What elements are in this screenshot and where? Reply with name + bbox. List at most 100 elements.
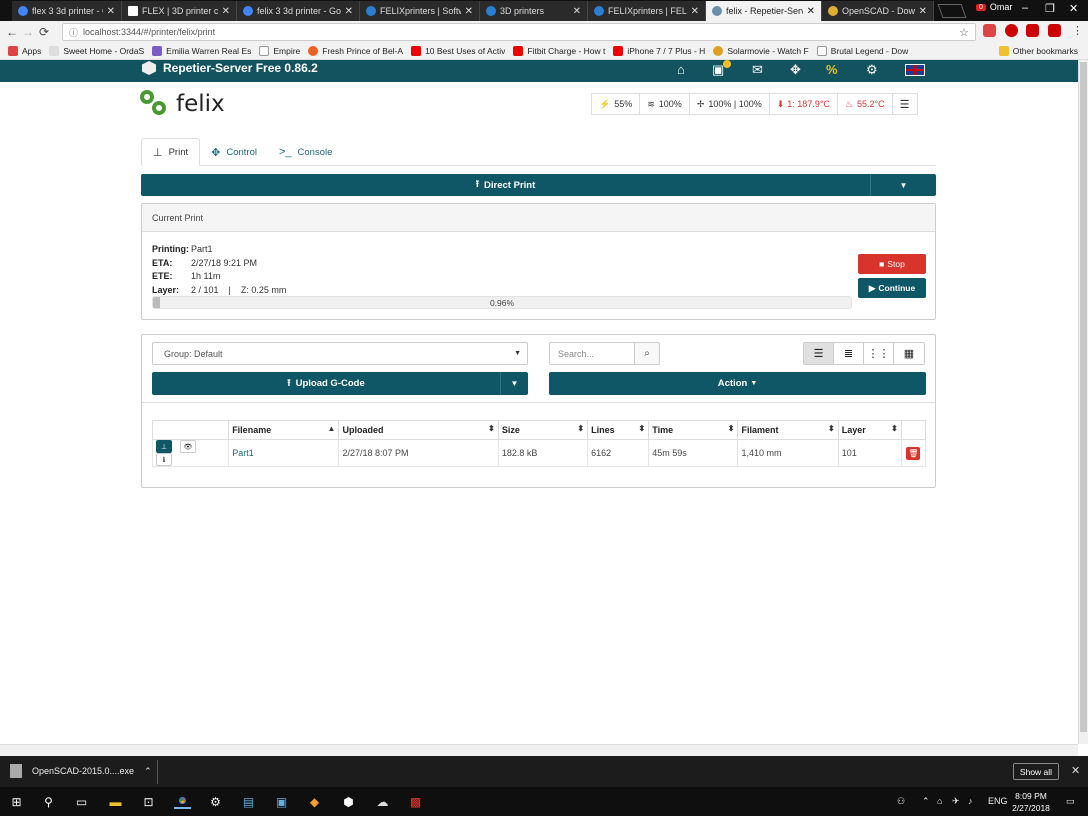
volume-icon[interactable]: ♪ (968, 796, 973, 806)
bookmark-item[interactable]: Emilia Warren Real Es (152, 46, 251, 56)
view-small-grid-icon[interactable]: ⋮⋮ (864, 343, 894, 364)
column-time[interactable]: Time ⬍ (648, 420, 739, 440)
chevron-up-icon[interactable]: ⌃ (922, 796, 930, 807)
reload-icon[interactable]: ⟳ (36, 25, 52, 39)
upload-dropdown[interactable]: ▼ (500, 372, 528, 395)
network-icon[interactable]: ✈ (952, 796, 960, 807)
close-icon[interactable]: ✕ (345, 6, 353, 17)
gear-icon[interactable]: ⚙ (866, 62, 878, 78)
browser-tab-8[interactable]: OpenSCAD - Downl ✕ (822, 1, 934, 21)
info-circle-icon[interactable]: ℹ (156, 453, 172, 466)
app-icon[interactable]: ▣ (274, 794, 289, 809)
settings-gear-icon[interactable]: ⚙ (208, 794, 223, 809)
browser-tab-1[interactable]: flex 3 3d printer - Go✕ (12, 1, 122, 21)
close-icon[interactable]: ✕ (465, 6, 473, 17)
language-indicator[interactable]: ENG (988, 796, 1008, 806)
bookmark-apps[interactable]: Apps (8, 46, 41, 56)
scrollbar-thumb[interactable] (1080, 62, 1087, 732)
app-icon[interactable]: ◆ (307, 794, 322, 809)
task-view-icon[interactable]: ▭ (74, 794, 89, 809)
extension-icon[interactable] (983, 24, 996, 37)
bookmark-item[interactable]: Empire (259, 46, 300, 56)
url-input[interactable]: ⓘ localhost:3344/#/printer/felix/print ☆ (62, 23, 976, 41)
bookmark-item[interactable]: iPhone 7 / 7 Plus - H (613, 46, 705, 56)
close-icon[interactable]: ✕ (573, 6, 581, 17)
close-window-icon[interactable]: ✕ (1069, 2, 1078, 15)
tab-console[interactable]: >_ Console (268, 138, 343, 166)
chrome-icon[interactable] (174, 794, 191, 809)
close-icon[interactable]: ✕ (107, 6, 115, 17)
column-size[interactable]: Size ⬍ (497, 420, 589, 440)
messages-icon[interactable]: ✉ (752, 62, 763, 78)
chevron-up-icon[interactable]: ⌃ (144, 766, 152, 777)
file-explorer-icon[interactable]: ▬ (108, 794, 123, 809)
view-large-grid-icon[interactable]: ▦ (894, 343, 924, 364)
horizontal-scrollbar[interactable] (0, 744, 1078, 756)
direct-print-button[interactable]: ⭱ Direct Print ▼ (141, 174, 936, 196)
download-item[interactable]: OpenSCAD-2015.0....exe ⌃ (10, 764, 152, 778)
bookmark-item[interactable]: 10 Best Uses of Activ (411, 46, 505, 56)
people-icon[interactable]: ⚇ (897, 796, 905, 807)
direct-print-dropdown[interactable]: ▼ (870, 174, 936, 196)
minimize-icon[interactable]: – (1022, 2, 1028, 14)
clock[interactable]: 8:09 PM 2/27/2018 (1010, 790, 1052, 814)
continue-button[interactable]: ▶ Continue (858, 278, 926, 298)
print-file-button[interactable]: ⊥ (156, 440, 172, 453)
search-input[interactable]: Search... (549, 342, 635, 365)
speed-status[interactable]: ⚡ 55% (592, 94, 641, 114)
action-dropdown-button[interactable]: Action ▼ (549, 372, 926, 395)
forward-icon[interactable]: → (20, 25, 36, 39)
browser-tab-7[interactable]: felix - Repetier-Serve ✕ (706, 1, 822, 21)
tab-control[interactable]: ✥ Control (200, 138, 268, 166)
close-icon[interactable]: ✕ (222, 6, 230, 17)
column-filament[interactable]: Filament ⬍ (737, 420, 839, 440)
fullscreen-icon[interactable]: ✥ (790, 62, 801, 78)
opera-extension-icon[interactable] (1005, 24, 1018, 37)
fan-status[interactable]: ✢ 100% | 100% (690, 94, 770, 114)
percent-icon[interactable]: % (826, 62, 838, 77)
app-icon[interactable]: ▩ (408, 794, 423, 809)
browser-tab-2[interactable]: FLEX | 3D printer can✕ (122, 1, 237, 21)
browser-tab-3[interactable]: felix 3 3d printer - Go ✕ (237, 1, 360, 21)
home-icon[interactable]: ⌂ (677, 62, 685, 77)
app-icon[interactable]: ☁ (375, 794, 390, 809)
file-name-link[interactable]: Part1 (228, 439, 340, 467)
bookmark-item[interactable]: Brutal Legend - Dow (816, 46, 908, 56)
tray-icon[interactable]: ⌂ (937, 796, 942, 806)
chrome-menu-icon[interactable]: ⋮ (1072, 24, 1083, 37)
view-detail-list-icon[interactable]: ≣ (834, 343, 864, 364)
tab-print[interactable]: ⊥ Print (141, 138, 201, 166)
column-filename[interactable]: Filename ▲ (228, 420, 340, 440)
bookmark-item[interactable]: Fitbit Charge - How t (513, 46, 605, 56)
column-uploaded[interactable]: Uploaded ⬍ (338, 420, 499, 440)
table-row[interactable]: ⊥ 👁ℹ Part1 2/27/18 8:07 PM 182.8 kB 6162 … (151, 439, 927, 467)
action-center-icon[interactable]: ▭ (1066, 796, 1075, 807)
preview-eye-icon[interactable]: 👁 (180, 440, 196, 453)
app-icon[interactable]: ▤ (241, 794, 256, 809)
adblock-icon[interactable] (1026, 24, 1039, 37)
windows-start-icon[interactable]: ⊞ (9, 794, 24, 809)
search-button[interactable]: ⌕ (634, 342, 660, 365)
new-tab-button[interactable] (937, 4, 967, 18)
close-icon[interactable]: ✕ (1071, 764, 1080, 777)
stop-button[interactable]: ■ Stop (858, 254, 926, 274)
bookmark-item[interactable]: Solarmovie - Watch F (713, 46, 809, 56)
bookmark-item[interactable]: Sweet Home - OrdaS (49, 46, 144, 56)
group-select[interactable]: Group: Default ▼ (152, 342, 528, 365)
browser-tab-4[interactable]: FELIXprinters | Softw ✕ (360, 1, 480, 21)
browser-tab-5[interactable]: 3D printers ✕ (480, 1, 588, 21)
close-icon[interactable]: ✕ (807, 6, 815, 17)
bookmark-star-icon[interactable]: ☆ (959, 26, 969, 39)
search-icon[interactable]: ⚲ (41, 794, 56, 809)
column-lines[interactable]: Lines ⬍ (587, 420, 650, 440)
back-icon[interactable]: ← (4, 25, 20, 39)
vertical-scrollbar[interactable] (1078, 60, 1088, 744)
other-bookmarks[interactable]: Other bookmarks (998, 46, 1078, 56)
close-icon[interactable]: ✕ (691, 6, 699, 17)
column-layer[interactable]: Layer ⬍ (837, 420, 902, 440)
view-list-icon[interactable]: ☰ (804, 343, 834, 364)
restore-icon[interactable]: ❐ (1045, 2, 1055, 15)
extension-icon[interactable] (1048, 24, 1061, 37)
show-all-button[interactable]: Show all (1013, 763, 1059, 780)
profile-button[interactable]: 0 Omar (976, 2, 1012, 12)
